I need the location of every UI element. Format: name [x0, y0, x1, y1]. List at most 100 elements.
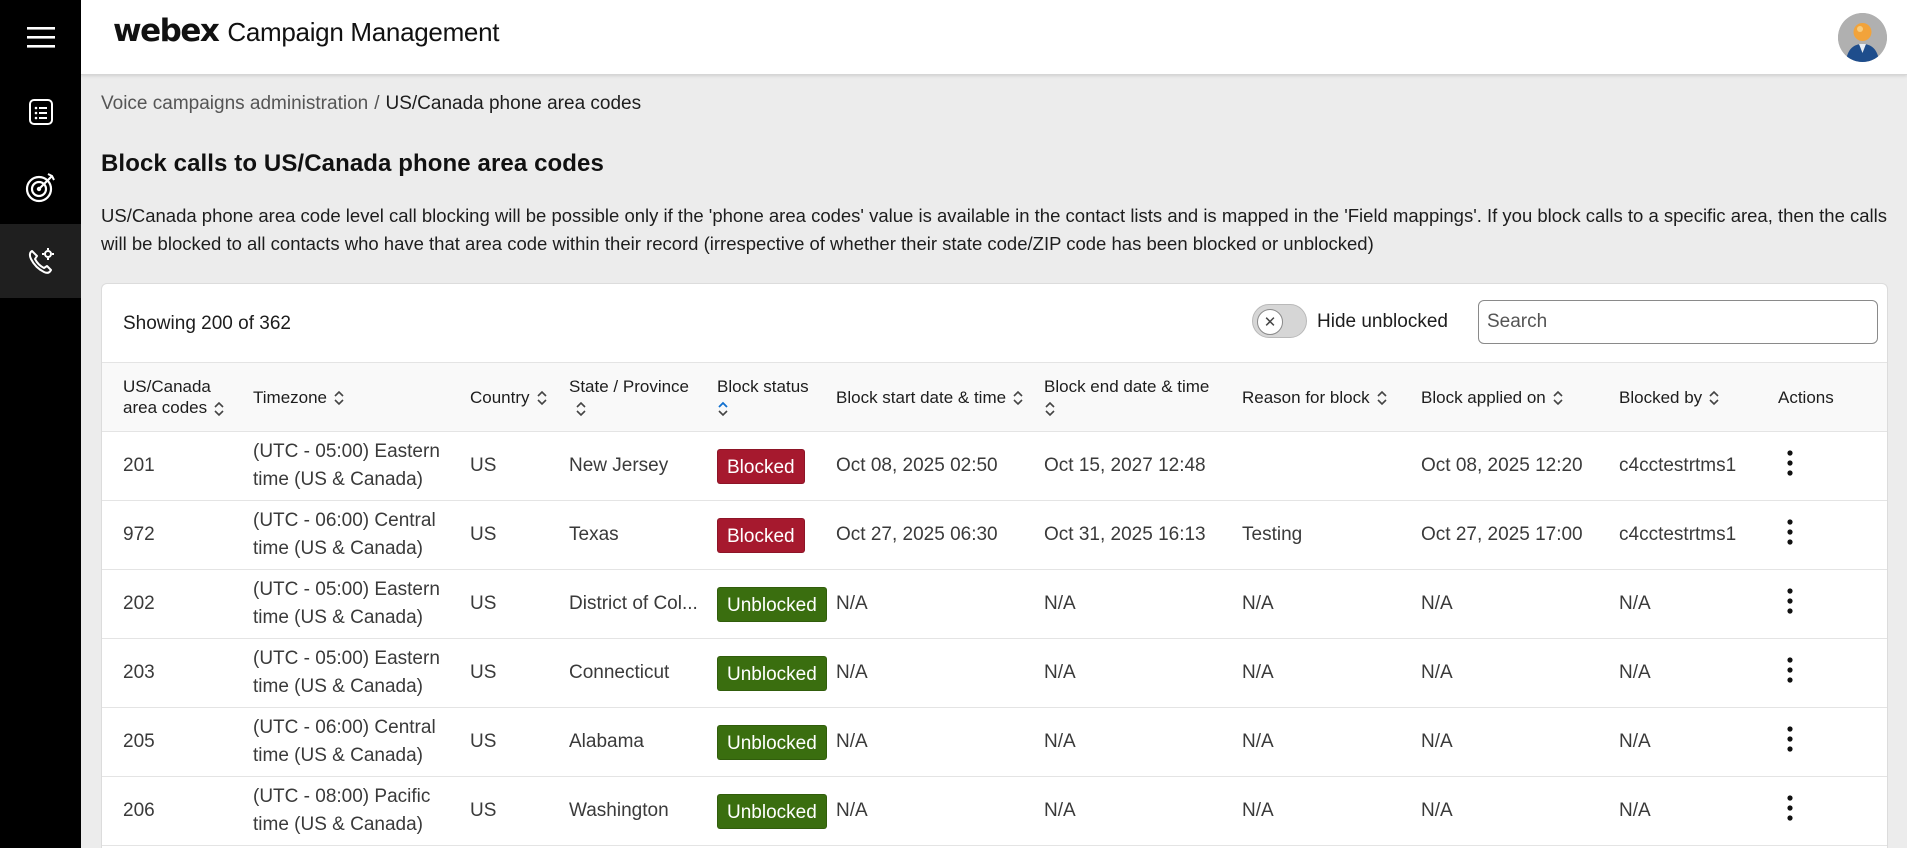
column-header-state[interactable]: State / Province — [561, 363, 709, 432]
cell-blocked-by: N/A — [1619, 662, 1651, 683]
column-header-block-start[interactable]: Block start date & time — [828, 363, 1036, 432]
row-actions-kebab-icon[interactable] — [1778, 657, 1802, 683]
cell-block-status: Unblocked — [709, 708, 828, 777]
status-badge: Unblocked — [717, 586, 827, 622]
search-input[interactable] — [1478, 300, 1878, 344]
cell-block-start: Oct 27, 2025 06:30 — [836, 524, 998, 545]
sort-icon[interactable] — [575, 400, 587, 418]
table-row: 206 (UTC - 08:00) Pacific time (US & Can… — [102, 777, 1887, 846]
breadcrumb-parent-link[interactable]: Voice campaigns administration — [101, 93, 368, 114]
cell-block-end: N/A — [1044, 800, 1076, 821]
breadcrumb-current: US/Canada phone area codes — [385, 93, 642, 114]
row-actions-kebab-icon[interactable] — [1778, 795, 1802, 821]
status-badge: Unblocked — [717, 793, 827, 829]
column-header-applied-on[interactable]: Block applied on — [1413, 363, 1611, 432]
cell-applied-on: N/A — [1421, 662, 1453, 683]
cell-block-end: N/A — [1044, 731, 1076, 752]
phone-settings-icon — [28, 248, 54, 274]
sort-icon[interactable] — [1708, 389, 1720, 407]
page-description: US/Canada phone area code level call blo… — [101, 205, 1888, 254]
status-badge: Blocked — [717, 448, 805, 484]
cell-actions — [1770, 432, 1887, 501]
cell-timezone: (UTC - 05:00) Eastern time (US & Canada) — [253, 579, 440, 628]
hamburger-menu-icon — [26, 27, 55, 48]
sort-icon[interactable] — [213, 400, 225, 418]
cell-reason: N/A — [1242, 662, 1274, 683]
row-actions-kebab-icon[interactable] — [1778, 726, 1802, 752]
nav-voice-admin-button[interactable] — [0, 224, 81, 298]
column-label: Block status — [717, 377, 809, 396]
cell-block-status: Blocked — [709, 501, 828, 570]
sort-ascending-icon[interactable] — [717, 400, 729, 418]
cell-country: US — [470, 455, 497, 476]
row-actions-kebab-icon[interactable] — [1778, 519, 1802, 545]
nav-campaigns-button[interactable] — [0, 150, 81, 224]
user-avatar-icon — [1838, 13, 1887, 62]
area-codes-card: Showing 200 of 362 ✕ Hide unblocked US/C… — [101, 283, 1888, 848]
page-title: Block calls to US/Canada phone area code… — [101, 150, 604, 177]
table-row: 203 (UTC - 05:00) Eastern time (US & Can… — [102, 639, 1887, 708]
column-header-timezone[interactable]: Timezone — [245, 363, 462, 432]
cell-timezone: (UTC - 06:00) Central time (US & Canada) — [253, 510, 436, 559]
column-header-reason[interactable]: Reason for block — [1234, 363, 1413, 432]
cell-actions — [1770, 708, 1887, 777]
cell-block-status: Blocked — [709, 432, 828, 501]
row-actions-kebab-icon[interactable] — [1778, 588, 1802, 614]
column-header-block-end[interactable]: Block end date & time — [1036, 363, 1234, 432]
column-header-blocked-by[interactable]: Blocked by — [1611, 363, 1770, 432]
status-badge: Unblocked — [717, 724, 827, 760]
column-header-area-codes[interactable]: US/Canada area codes — [102, 363, 245, 432]
cell-reason: N/A — [1242, 800, 1274, 821]
table-row: 972 (UTC - 06:00) Central time (US & Can… — [102, 501, 1887, 570]
cell-country: US — [470, 593, 497, 614]
webex-logo: webex — [113, 13, 220, 49]
cell-area-code: 203 — [123, 662, 155, 683]
cell-block-status: Unblocked — [709, 570, 828, 639]
hamburger-menu-button[interactable] — [0, 0, 81, 74]
cell-area-code: 202 — [123, 593, 155, 614]
cell-block-start: Oct 08, 2025 02:50 — [836, 455, 998, 476]
status-badge: Unblocked — [717, 655, 827, 691]
cell-reason: N/A — [1242, 593, 1274, 614]
cell-block-end: N/A — [1044, 593, 1076, 614]
column-label: Reason for block — [1242, 387, 1370, 407]
cell-reason — [1234, 432, 1413, 501]
list-document-icon — [28, 99, 53, 125]
user-avatar[interactable] — [1838, 13, 1887, 62]
column-header-block-status[interactable]: Block status — [709, 363, 828, 432]
sort-icon[interactable] — [333, 389, 345, 407]
column-header-country[interactable]: Country — [462, 363, 561, 432]
cell-blocked-by: N/A — [1619, 593, 1651, 614]
cell-blocked-by: c4cctestrtms1 — [1619, 455, 1737, 476]
nav-campaign-list-button[interactable] — [0, 75, 81, 149]
column-label: Actions — [1778, 387, 1834, 407]
column-label: Block end date & time — [1044, 377, 1210, 396]
cell-block-end: N/A — [1044, 662, 1076, 683]
cell-block-end: Oct 31, 2025 16:13 — [1044, 524, 1206, 545]
row-actions-kebab-icon[interactable] — [1778, 450, 1802, 476]
cell-block-status: Unblocked — [709, 639, 828, 708]
showing-count: Showing 200 of 362 — [123, 313, 291, 334]
cell-applied-on: Oct 27, 2025 17:00 — [1421, 524, 1583, 545]
column-header-actions: Actions — [1770, 363, 1887, 432]
sort-icon[interactable] — [1044, 400, 1056, 418]
cell-area-code: 205 — [123, 731, 155, 752]
hide-unblocked-label: Hide unblocked — [1317, 311, 1448, 332]
cell-area-code: 201 — [123, 455, 155, 476]
hide-unblocked-toggle[interactable]: ✕ — [1252, 304, 1307, 338]
breadcrumb: Voice campaigns administration / US/Canada… — [101, 93, 641, 115]
cell-applied-on: N/A — [1421, 731, 1453, 752]
cell-actions — [1770, 777, 1887, 846]
sort-icon[interactable] — [1552, 389, 1564, 407]
cell-applied-on: N/A — [1421, 800, 1453, 821]
column-label: State / Province — [569, 377, 690, 396]
sort-icon[interactable] — [536, 389, 548, 407]
cell-state: Connecticut — [569, 662, 670, 683]
cell-country: US — [470, 800, 497, 821]
cell-country: US — [470, 662, 497, 683]
sort-icon[interactable] — [1012, 389, 1024, 407]
table-row: 205 (UTC - 06:00) Central time (US & Can… — [102, 708, 1887, 777]
breadcrumb-separator: / — [374, 93, 380, 114]
cell-applied-on: Oct 08, 2025 12:20 — [1421, 455, 1583, 476]
sort-icon[interactable] — [1376, 389, 1388, 407]
